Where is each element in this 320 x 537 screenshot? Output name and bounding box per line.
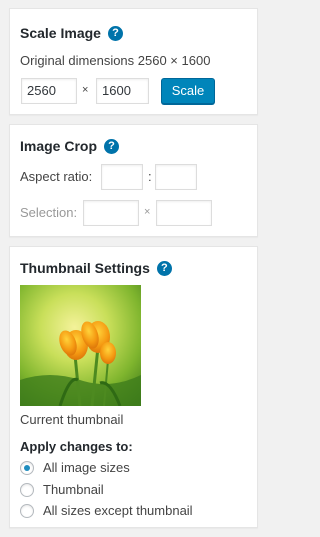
times-separator: × xyxy=(82,84,89,96)
thumbnail-settings-panel: Thumbnail Settings ? Current thumbnail A… xyxy=(9,246,258,528)
radio-label: All image sizes xyxy=(43,460,130,475)
radio-button[interactable] xyxy=(20,460,34,475)
scale-height-input[interactable]: 1600 xyxy=(96,78,149,104)
help-icon[interactable]: ? xyxy=(156,260,172,276)
scale-image-panel: Scale Image ? Original dimensions 2560 ×… xyxy=(9,8,258,115)
aspect-ratio-label: Aspect ratio: xyxy=(20,169,93,184)
original-dimensions-label: Original dimensions 2560 × 1600 xyxy=(20,53,211,68)
image-crop-title: Image Crop xyxy=(20,138,98,154)
radio-button[interactable] xyxy=(20,482,34,497)
radio-label: Thumbnail xyxy=(43,482,104,497)
help-icon[interactable]: ? xyxy=(107,25,123,41)
radio-button[interactable] xyxy=(20,503,34,518)
current-thumbnail-caption: Current thumbnail xyxy=(20,412,124,427)
radio-all-image-sizes[interactable]: All image sizes xyxy=(20,460,130,475)
image-crop-header: Image Crop ? xyxy=(20,136,120,156)
thumbnail-settings-header: Thumbnail Settings ? xyxy=(20,258,172,278)
image-crop-panel: Image Crop ? Aspect ratio: : Selection: … xyxy=(9,124,258,237)
radio-all-sizes-except-thumbnail[interactable]: All sizes except thumbnail xyxy=(20,503,193,518)
aspect-ratio-separator: : xyxy=(148,169,152,184)
scale-image-header: Scale Image ? xyxy=(20,23,123,43)
selection-height-input[interactable] xyxy=(156,200,212,226)
thumbnail-settings-title: Thumbnail Settings xyxy=(20,260,150,276)
thumbnail-image xyxy=(20,285,141,406)
scale-button[interactable]: Scale xyxy=(161,78,215,104)
aspect-ratio-height-input[interactable] xyxy=(155,164,197,190)
selection-width-input[interactable] xyxy=(83,200,139,226)
apply-changes-label: Apply changes to: xyxy=(20,439,133,454)
selection-separator: × xyxy=(144,206,151,218)
tulip-photo xyxy=(20,285,141,406)
scale-width-input[interactable]: 2560 xyxy=(21,78,77,104)
selection-label: Selection: xyxy=(20,205,78,220)
radio-thumbnail[interactable]: Thumbnail xyxy=(20,482,104,497)
aspect-ratio-width-input[interactable] xyxy=(101,164,143,190)
scale-image-title: Scale Image xyxy=(20,25,101,41)
help-icon[interactable]: ? xyxy=(104,138,120,154)
radio-label: All sizes except thumbnail xyxy=(43,503,193,518)
